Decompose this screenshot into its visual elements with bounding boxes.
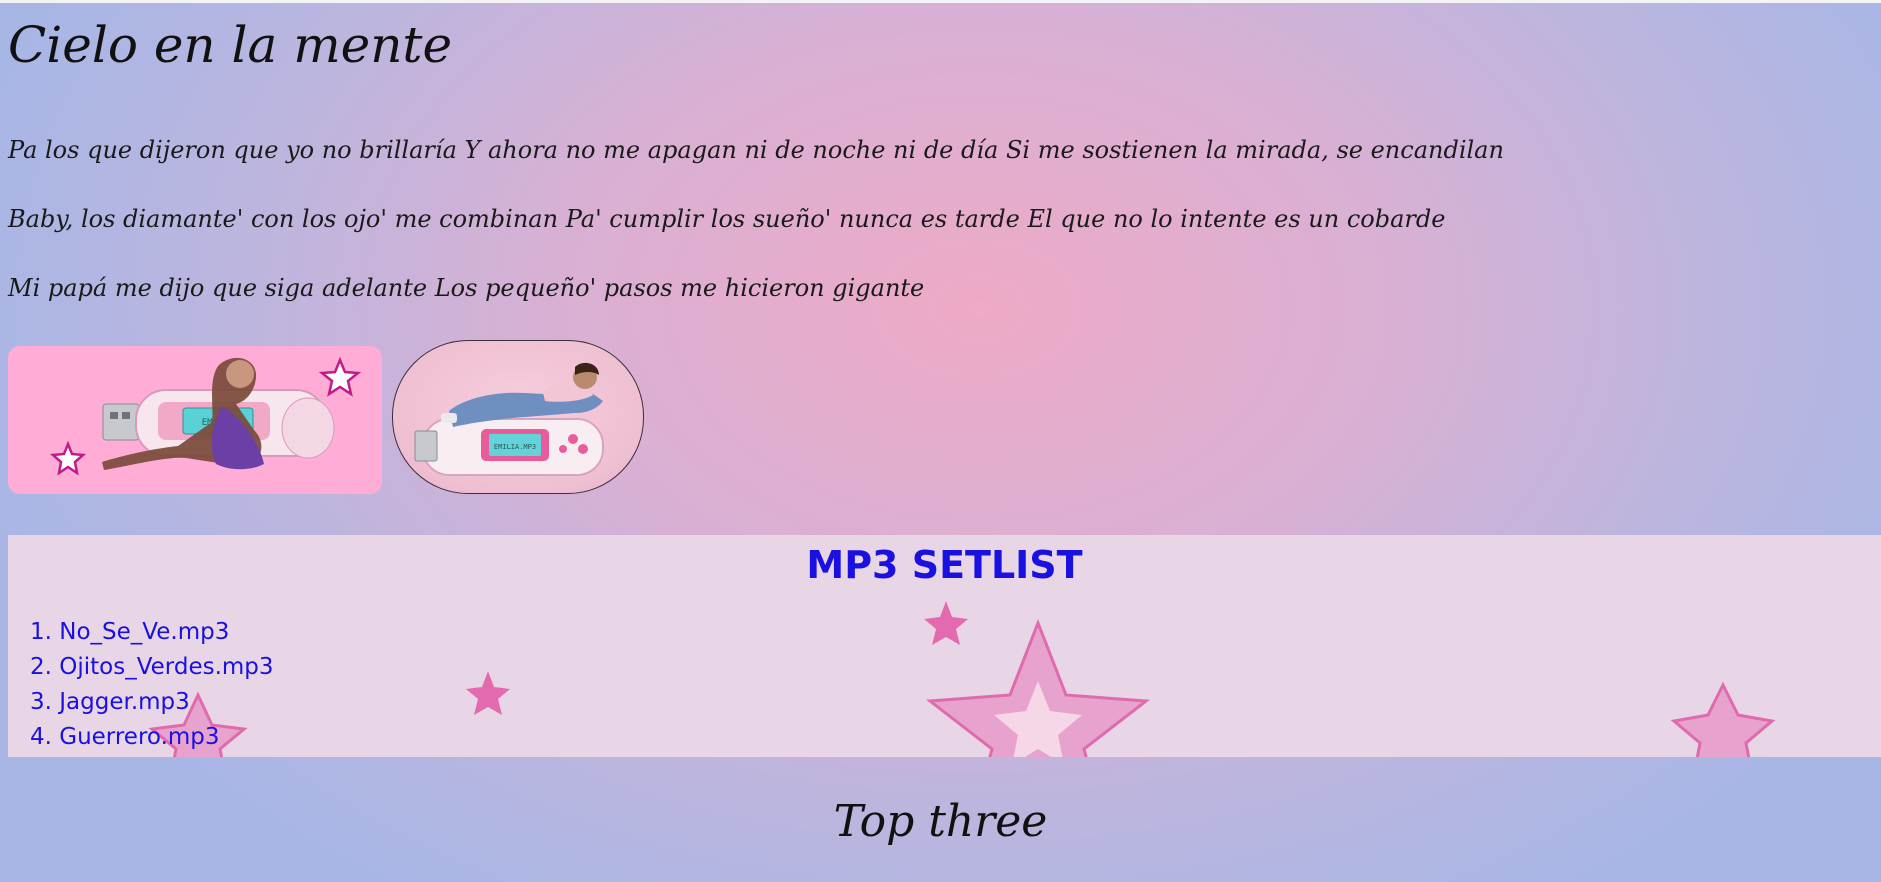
mp3-player-photo-oval: EMILIA.MP3 — [392, 340, 644, 494]
page-title: Cielo en la mente — [8, 16, 453, 74]
mp3-player-photo-pink: EMILIA — [8, 346, 382, 494]
star-icon — [318, 356, 362, 397]
track-item: 4. Guerrero.mp3 — [30, 724, 220, 750]
star-icon — [1670, 681, 1776, 757]
setlist-heading: MP3 SETLIST — [806, 543, 1083, 587]
star-icon — [924, 601, 968, 645]
track-list: 1. No_Se_Ve.mp3 2. Ojitos_Verdes.mp3 3. … — [30, 615, 274, 755]
top-three-heading: Top three — [833, 796, 1048, 847]
track-item: 2. Ojitos_Verdes.mp3 — [30, 654, 274, 680]
lyric-line-2: Baby, los diamante' con los ojo' me comb… — [8, 205, 1446, 233]
mp3-screen-text: EMILIA.MP3 — [494, 443, 536, 451]
track-item: 3. Jagger.mp3 — [30, 689, 190, 715]
lyric-line-1: Pa los que dijeron que yo no brillaría Y… — [8, 136, 1504, 164]
top-strip — [0, 0, 1881, 3]
star-icon — [49, 440, 87, 476]
star-icon — [466, 671, 510, 715]
lyric-line-3: Mi papá me dijo que siga adelante Los pe… — [8, 274, 925, 302]
track-item: 1. No_Se_Ve.mp3 — [30, 619, 230, 645]
mp3-setlist-panel: MP3 SETLIST 1. No_Se_Ve.mp3 2. Ojitos_Ve… — [8, 535, 1881, 757]
